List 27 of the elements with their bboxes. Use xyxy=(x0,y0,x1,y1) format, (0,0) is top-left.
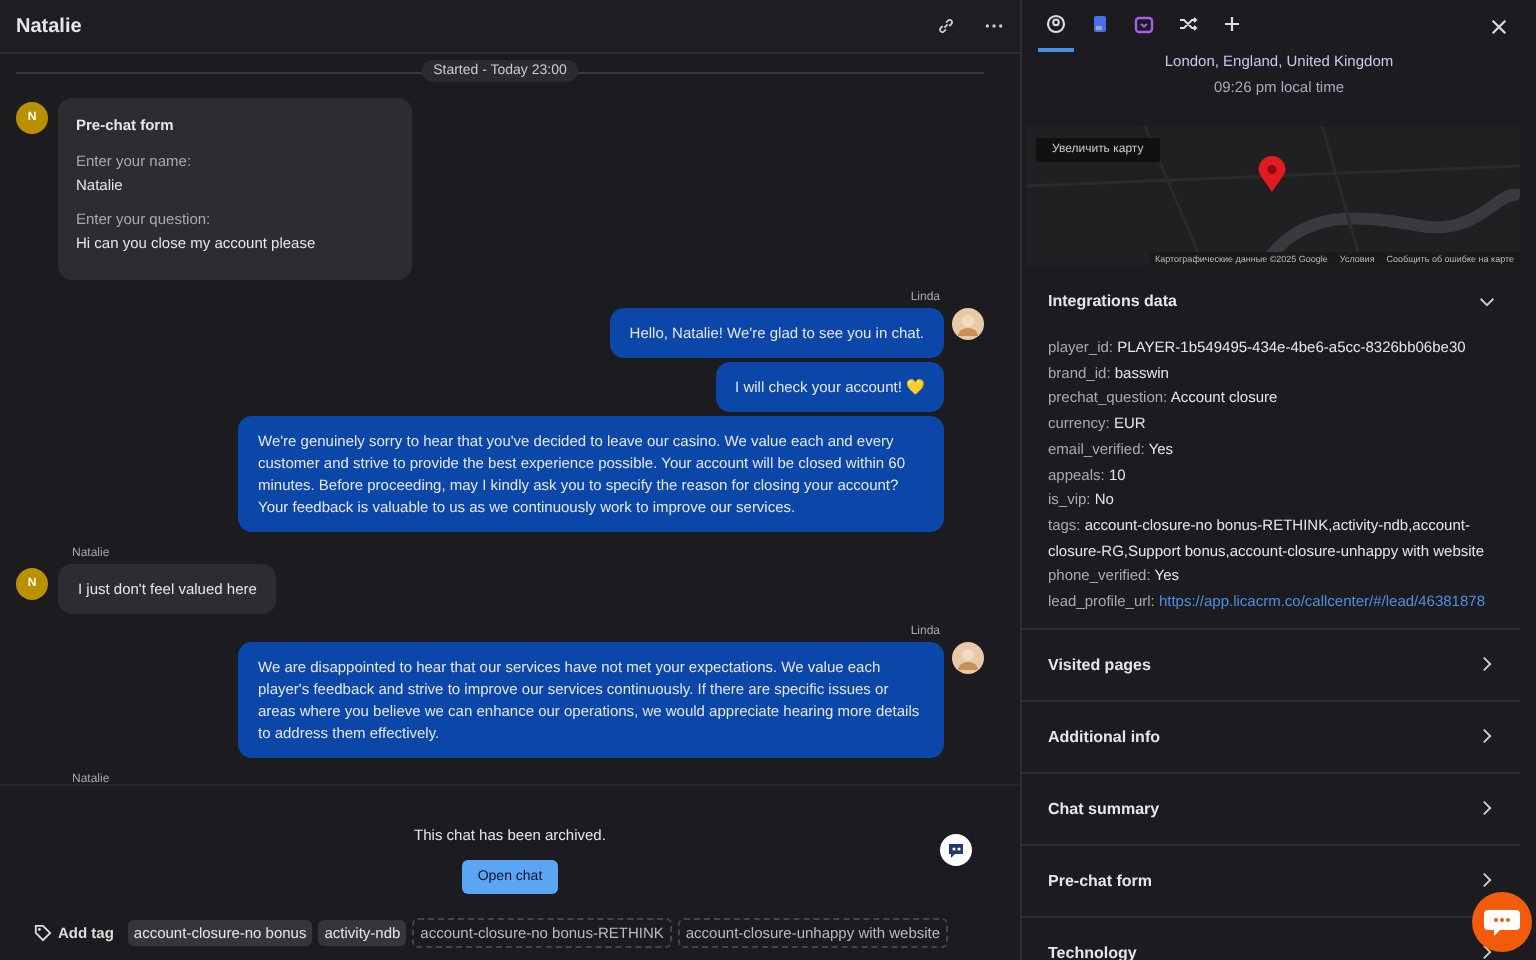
section-title[interactable]: Chat summary xyxy=(1048,799,1160,818)
section-title[interactable]: Visited pages xyxy=(1048,655,1151,674)
agent-avatar xyxy=(952,308,984,340)
link-icon[interactable] xyxy=(936,16,956,36)
chevron-icon[interactable] xyxy=(1479,296,1495,306)
close-icon[interactable] xyxy=(1490,17,1508,35)
chevron-icon[interactable] xyxy=(1482,656,1492,673)
tv-icon xyxy=(1134,14,1154,34)
tag-icon xyxy=(34,924,52,942)
chatbot-icon[interactable] xyxy=(940,834,972,866)
chevron-icon[interactable] xyxy=(1482,872,1492,889)
more-icon[interactable] xyxy=(984,22,1004,30)
chevron-icon[interactable] xyxy=(1482,944,1492,960)
plus-icon xyxy=(1222,14,1242,34)
section-title[interactable]: Technology xyxy=(1048,943,1137,960)
map-pin-icon xyxy=(1258,156,1286,192)
agent-avatar xyxy=(952,642,984,674)
chevron-icon[interactable] xyxy=(1482,728,1492,745)
section-title[interactable]: Integrations data xyxy=(1048,292,1177,310)
chevron-icon[interactable] xyxy=(1482,800,1492,817)
section-title[interactable]: Additional info xyxy=(1048,727,1160,746)
section-title[interactable]: Pre-chat form xyxy=(1048,871,1153,890)
chat-widget-button[interactable] xyxy=(1472,892,1532,952)
shuffle-icon xyxy=(1178,14,1198,34)
chat-title: Natalie xyxy=(16,15,82,37)
document-icon xyxy=(1090,14,1110,34)
user-circle-icon xyxy=(1046,14,1066,34)
